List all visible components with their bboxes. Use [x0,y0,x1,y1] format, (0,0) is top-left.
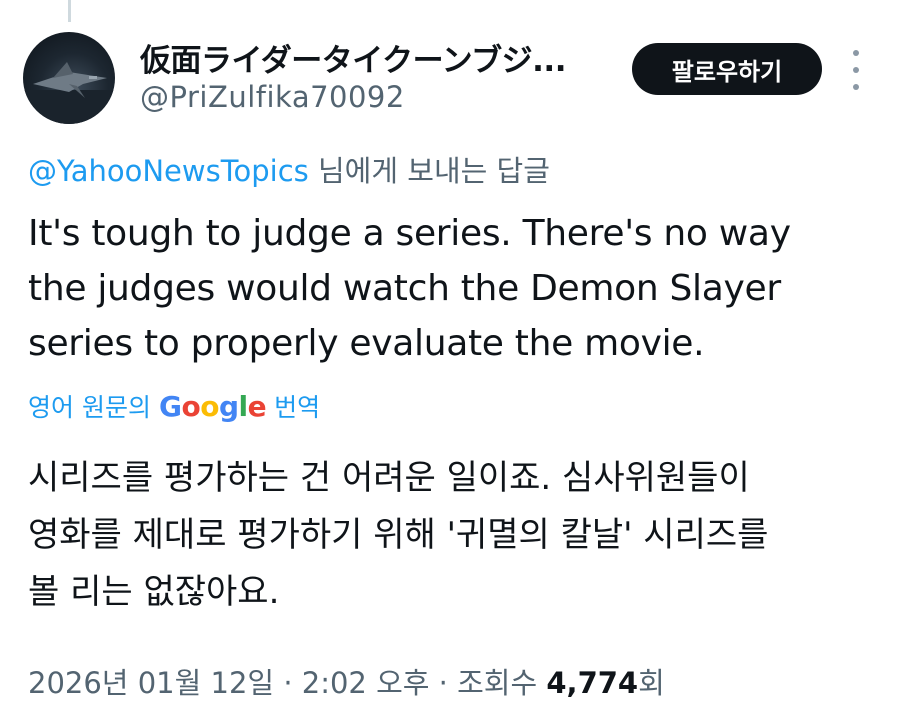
thread-connector-line [68,0,71,22]
meta-separator: · [283,666,293,700]
author-display-name[interactable]: 仮面ライダータイクーンブジ... [140,35,610,80]
translated-text: 시리즈를 평가하는 건 어려운 일이죠. 심사위원들이 영화를 제대로 평가하기… [28,450,878,621]
tweet-date[interactable]: 2026년 01월 12일 [28,666,274,700]
translated-text-line: 영화를 제대로 평가하기 위해 '귀멸의 칼날' 시리즈를 [28,515,769,555]
translation-source-label: 영어 원문의 [28,393,151,422]
tweet-time[interactable]: 2:02 오후 [302,666,430,700]
tweet-meta: 2026년 01월 12일 · 2:02 오후 · 조회수 4,774회 [28,660,665,702]
reply-context-text: 님에게 보내는 답글 [318,154,550,188]
meta-separator: · [438,666,448,700]
views-unit: 회 [638,666,665,700]
tweet-text-line: series to properly evaluate the movie. [28,323,705,364]
translated-text-line: 시리즈를 평가하는 건 어려운 일이죠. 심사위원들이 [28,458,750,498]
reply-mention-link[interactable]: @YahooNewsTopics [28,154,309,188]
translated-text-line: 볼 리는 없잖아요. [28,572,280,612]
translation-attribution[interactable]: 영어 원문의 Google 번역 [28,388,320,424]
author-handle[interactable]: @PriZulfika70092 [140,80,405,114]
tweet-text-line: It's tough to judge a series. There's no… [28,213,791,254]
fighter-jet-avatar-icon [23,62,115,124]
views-label: 조회수 [457,666,538,700]
views-count: 4,774 [546,666,639,700]
translation-label: 번역 [274,393,321,422]
follow-button[interactable]: 팔로우하기 [632,43,822,95]
tweet-text-line: the judges would watch the Demon Slayer [28,268,781,309]
reply-context: @YahooNewsTopics 님에게 보내는 답글 [28,148,550,190]
google-logo: Google [158,389,267,423]
more-vertical-icon[interactable] [846,50,866,90]
avatar[interactable] [23,32,115,124]
tweet-text: It's tough to judge a series. There's no… [28,206,868,371]
